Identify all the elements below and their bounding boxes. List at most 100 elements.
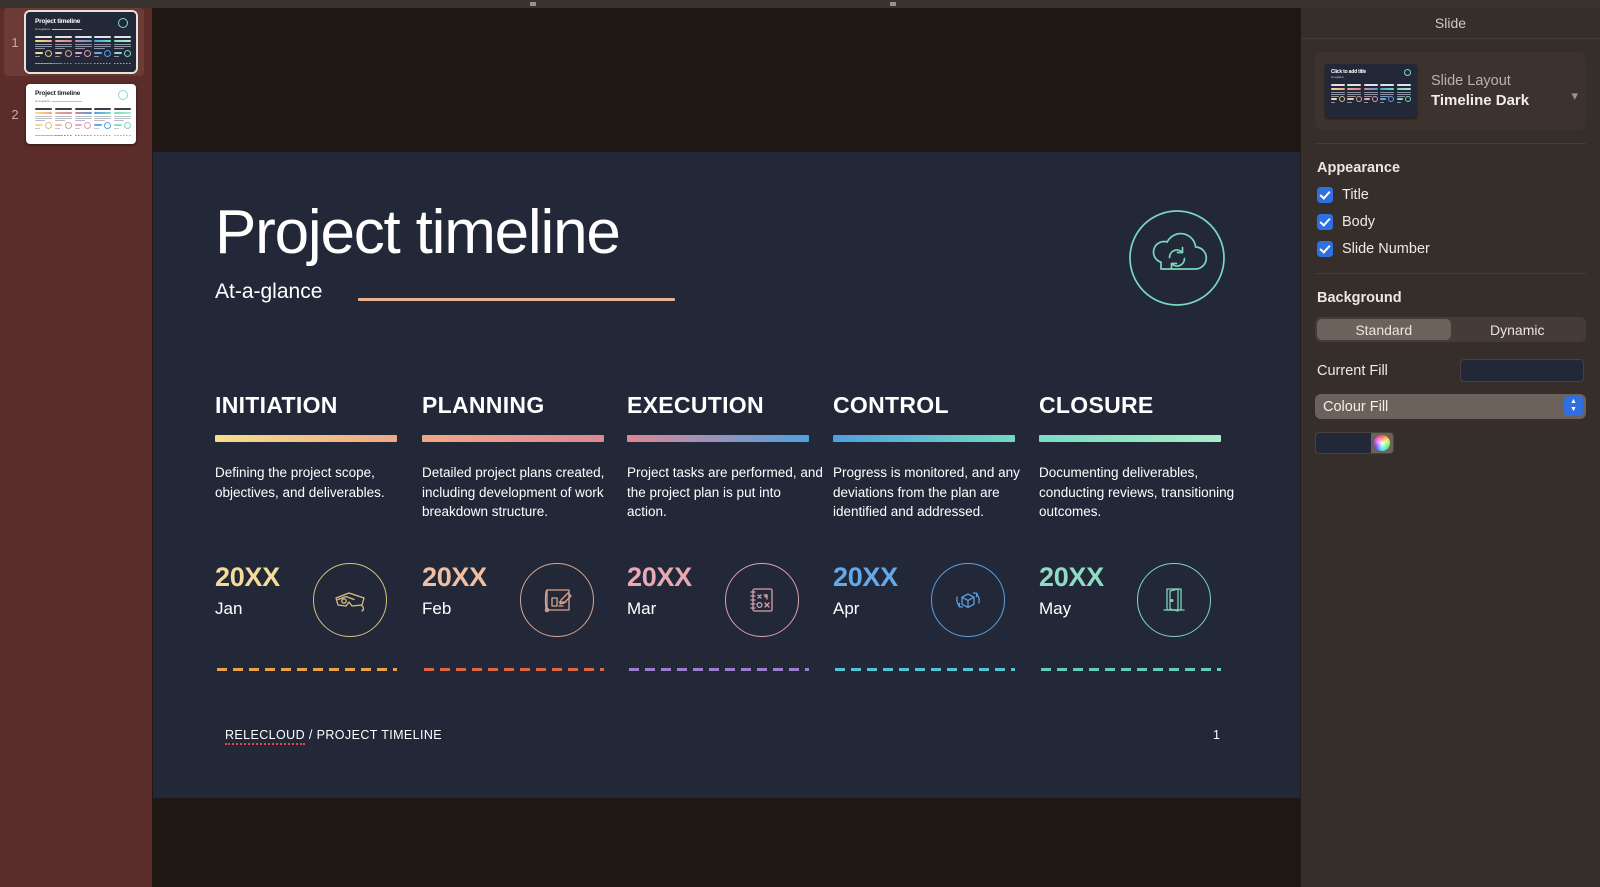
- mini-phase-heading: [35, 36, 52, 38]
- mini-phase-bar: [1347, 88, 1362, 90]
- appearance-option-body[interactable]: Body: [1317, 214, 1600, 230]
- mini-date-year: [94, 52, 103, 54]
- slide-editing-surface[interactable]: Project timeline At-a-glance INITIATION …: [153, 152, 1300, 798]
- slide-thumbnail-image-2[interactable]: Project timeline At-a-glance: [26, 84, 136, 144]
- format-inspector-panel[interactable]: Slide Click to add title At-a-glance Sli…: [1300, 8, 1600, 887]
- slide-footer[interactable]: RELECLOUD / PROJECT TIMELINE: [225, 728, 443, 745]
- phase-description[interactable]: Defining the project scope, objectives, …: [215, 463, 411, 502]
- mini-phase-icon: [1404, 96, 1411, 102]
- phase-column-initiation[interactable]: INITIATION Defining the project scope, o…: [215, 392, 397, 502]
- slide-navigator[interactable]: 1 Project timeline At-a-glance 2 Project…: [0, 8, 153, 887]
- fill-type-select[interactable]: Colour Fill ▲ ▼: [1315, 394, 1586, 419]
- background-mode-segmented-control[interactable]: Standard Dynamic: [1315, 317, 1586, 342]
- slide-thumbnail-number: 1: [11, 34, 19, 50]
- top-strip-fragment: [890, 2, 896, 6]
- slide-thumbnail-number: 2: [11, 106, 19, 122]
- colour-wheel-button[interactable]: [1371, 432, 1394, 454]
- keynote-window: 1 Project timeline At-a-glance 2 Project…: [0, 0, 1600, 887]
- date-block-jan[interactable]: 20XX Jan: [215, 562, 420, 671]
- mini-date-year: [114, 52, 122, 54]
- slide-title[interactable]: Project timeline: [215, 202, 621, 264]
- mini-text-line: [94, 118, 112, 119]
- date-block-apr[interactable]: 20XX Apr: [833, 562, 1038, 671]
- open-door-icon: [1137, 563, 1211, 637]
- mini-slide-light: Project timeline At-a-glance: [26, 84, 136, 144]
- checkbox-body[interactable]: [1317, 214, 1333, 230]
- segment-dynamic[interactable]: Dynamic: [1451, 319, 1585, 340]
- mini-text-line: [74, 120, 85, 121]
- slide-canvas[interactable]: Project timeline At-a-glance INITIATION …: [153, 8, 1300, 887]
- mini-date-month: [1331, 102, 1336, 103]
- segment-standard[interactable]: Standard: [1317, 319, 1451, 340]
- phase-column-planning[interactable]: PLANNING Detailed project plans created,…: [422, 392, 604, 522]
- mini-phase-bar: [54, 40, 72, 42]
- mini-text-line: [1380, 92, 1395, 93]
- slide-layout-thumbnail[interactable]: Click to add title At-a-glance: [1325, 64, 1417, 118]
- mini-date-month: [1347, 102, 1352, 103]
- mini-phase-bar: [114, 112, 132, 114]
- chevron-up-glyph: ▲: [1570, 398, 1577, 405]
- slide-thumbnail-1[interactable]: 1 Project timeline At-a-glance: [4, 8, 144, 76]
- mini-phase-heading: [94, 36, 112, 38]
- mini-phase-heading: [54, 36, 72, 38]
- current-fill-preview[interactable]: [1460, 359, 1584, 382]
- colour-wheel-icon: [1374, 435, 1390, 451]
- mini-date-year: [54, 52, 63, 54]
- mini-phase-column: [114, 108, 132, 122]
- mini-text-line: [35, 46, 52, 47]
- date-block-mar[interactable]: 20XX Mar: [627, 562, 832, 671]
- appearance-option-title[interactable]: Title: [1317, 187, 1600, 203]
- mini-phase-heading: [114, 108, 132, 110]
- slide-thumbnail-image-1[interactable]: Project timeline At-a-glance: [24, 10, 138, 74]
- phase-description[interactable]: Project tasks are performed, and the pro…: [627, 463, 823, 522]
- mini-phase-text: [94, 44, 112, 49]
- mini-text-line: [54, 44, 72, 45]
- mini-date-year: [1331, 98, 1338, 100]
- blueprint-pencil-icon: [520, 563, 594, 637]
- slide-layout-value: Timeline Dark: [1431, 92, 1530, 109]
- mini-phase-heading: [1347, 84, 1362, 86]
- footer-section: PROJECT TIMELINE: [316, 728, 443, 742]
- phase-description[interactable]: Documenting deliverables, conducting rev…: [1039, 463, 1235, 522]
- mini-text-line: [94, 48, 105, 49]
- mini-phase-bar: [74, 40, 92, 42]
- mini-phase-icon: [124, 122, 132, 129]
- mini-text-line: [114, 118, 132, 119]
- appearance-option-slide-number[interactable]: Slide Number: [1317, 241, 1600, 257]
- mini-text-line: [1347, 94, 1362, 95]
- mini-date-year: [1363, 98, 1371, 100]
- fill-colour-row[interactable]: [1315, 432, 1600, 454]
- mini-subtitle: At-a-glance: [35, 27, 51, 31]
- date-block-may[interactable]: 20XX May: [1039, 562, 1244, 671]
- phase-column-execution[interactable]: EXECUTION Project tasks are performed, a…: [627, 392, 823, 522]
- mini-phase-icon: [1388, 96, 1395, 102]
- slide-thumbnail-2[interactable]: 2 Project timeline At-a-glance: [4, 80, 144, 148]
- phase-description[interactable]: Progress is monitored, and any deviation…: [833, 463, 1029, 522]
- inspector-divider: [1315, 273, 1586, 274]
- checkbox-title[interactable]: [1317, 187, 1333, 203]
- timeline-dashed-line: [217, 668, 397, 671]
- date-block-feb[interactable]: 20XX Feb: [422, 562, 627, 671]
- mini-phase-heading: [1363, 84, 1378, 86]
- slide-subtitle[interactable]: At-a-glance: [215, 280, 322, 304]
- chevron-down-icon[interactable]: ▾: [1571, 88, 1578, 104]
- mini-text-line: [1347, 92, 1362, 93]
- mini-text-line: [35, 118, 52, 119]
- fill-colour-swatch[interactable]: [1315, 432, 1371, 454]
- mini-phase-text: [74, 44, 92, 49]
- phase-description[interactable]: Detailed project plans created, includin…: [422, 463, 618, 522]
- slide-layout-card[interactable]: Click to add title At-a-glance Slide Lay…: [1315, 52, 1586, 130]
- mini-text-line: [1331, 94, 1345, 95]
- mini-dashed-line: [54, 63, 72, 64]
- checkbox-slide-number[interactable]: [1317, 241, 1333, 257]
- timeline-dashed-line: [1041, 668, 1221, 671]
- mini-text-line: [1347, 96, 1356, 97]
- mini-phase-text: [94, 116, 112, 121]
- phase-column-control[interactable]: CONTROL Progress is monitored, and any d…: [833, 392, 1020, 522]
- mini-date-month: [114, 56, 120, 57]
- phase-column-closure[interactable]: CLOSURE Documenting deliverables, conduc…: [1039, 392, 1234, 522]
- appearance-section-title: Appearance: [1317, 160, 1401, 176]
- mini-phase-bar: [35, 40, 52, 42]
- chevron-updown-icon[interactable]: ▲ ▼: [1564, 396, 1583, 416]
- footer-separator: /: [305, 728, 317, 742]
